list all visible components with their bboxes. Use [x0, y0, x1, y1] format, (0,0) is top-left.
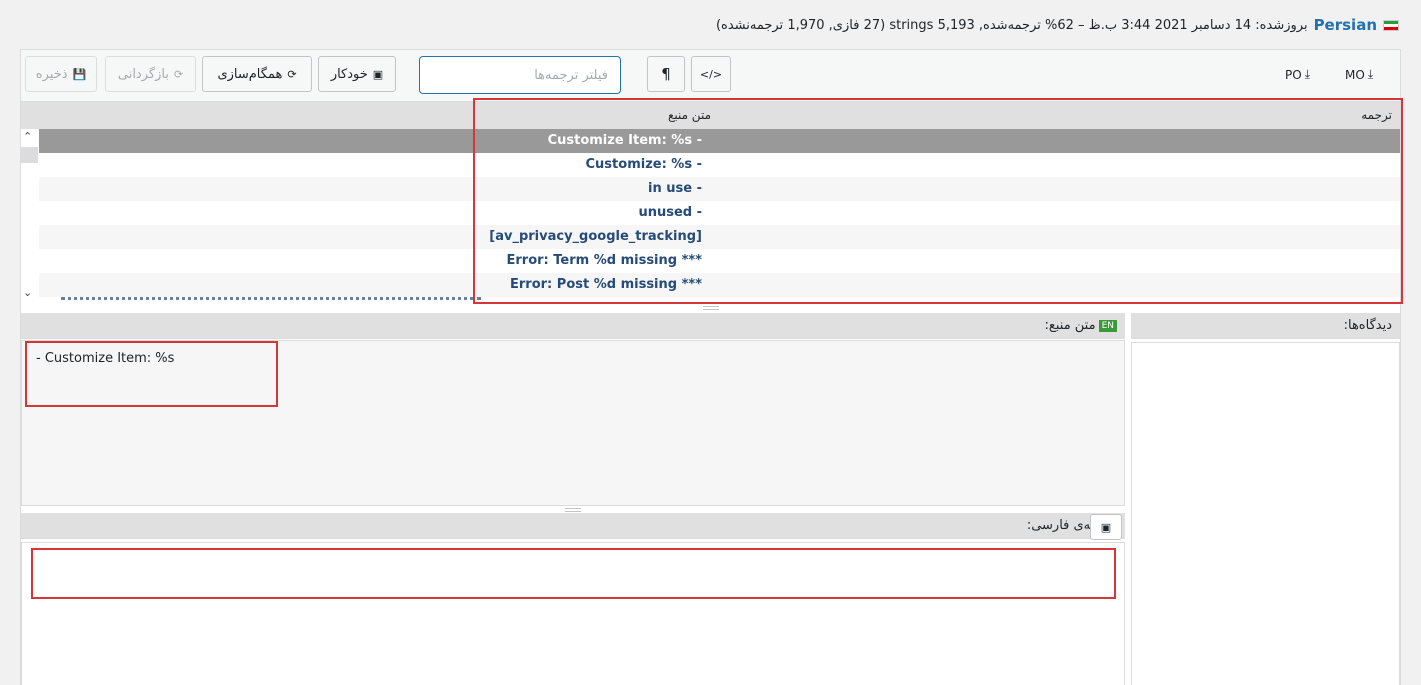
comments-panel-header: دیدگاه‌ها: — [1131, 313, 1400, 339]
robot-icon: ▣ — [372, 67, 384, 81]
comments-box[interactable] — [1131, 342, 1400, 685]
iran-flag-icon — [1383, 19, 1399, 31]
revert-button[interactable]: ⟳ بازگردانی — [105, 56, 196, 92]
robot-icon: ▣ — [1100, 520, 1112, 534]
grid-header: متن منبع ترجمه — [21, 102, 1400, 129]
refresh-icon: ⟳ — [173, 67, 184, 81]
code-icon: </> — [699, 67, 723, 81]
editor: 💾 ذخیره ⟳ بازگردانی ⟳ همگام‌سازی ▣ خودکا… — [20, 49, 1401, 685]
scroll-up-icon[interactable]: ⌃ — [23, 130, 32, 143]
source-panel-header: ENمتن منبع: — [21, 313, 1125, 339]
next-row-peek — [61, 297, 481, 301]
comments-panel-label: دیدگاه‌ها: — [1343, 318, 1392, 333]
toolbar: 💾 ذخیره ⟳ بازگردانی ⟳ همگام‌سازی ▣ خودکا… — [21, 50, 1400, 102]
strings-grid: ⌃ ⌄ Customize Item: %s - Customize: %s -… — [21, 129, 1400, 304]
table-row[interactable]: Error: Term %d missing *** — [39, 249, 1400, 273]
code-view-button[interactable]: </> — [691, 56, 731, 92]
table-row[interactable]: Customize: %s - — [39, 153, 1400, 177]
table-row[interactable]: Error: Post %d missing *** — [39, 273, 1400, 297]
pilcrow-toggle-button[interactable]: ¶ — [647, 56, 685, 92]
sync-button[interactable]: ⟳ همگام‌سازی — [202, 56, 312, 92]
download-icon: ⤓ — [1367, 67, 1374, 81]
source-text: - Customize Item: %s — [36, 351, 175, 366]
source-panel-label: متن منبع: — [1044, 318, 1096, 333]
download-icon: ⤓ — [1304, 67, 1310, 81]
auto-translate-button[interactable]: ▣ خودکار — [318, 56, 396, 92]
target-panel-header: ترجمه‌ی فارسی: — [21, 513, 1125, 539]
scrollbar-thumb[interactable] — [21, 147, 38, 163]
scroll-down-icon[interactable]: ⌄ — [23, 286, 32, 299]
po-download-button[interactable]: PO ⤓ — [1285, 67, 1310, 82]
machine-translate-button[interactable]: ▣ — [1090, 514, 1122, 540]
page-header: Persian بروزشده: 14 دسامبر 2021 3:44 ب.ظ… — [716, 14, 1399, 36]
translation-column-header[interactable]: ترجمه — [1361, 102, 1392, 129]
save-button[interactable]: 💾 ذخیره — [25, 56, 97, 92]
mo-download-button[interactable]: MO ⤓ — [1345, 67, 1373, 82]
grid-scrollbar[interactable]: ⌃ ⌄ — [21, 129, 38, 304]
panel-resize-handle[interactable] — [565, 508, 581, 512]
table-row[interactable]: unused - — [39, 201, 1400, 225]
source-column-header[interactable]: متن منبع — [21, 102, 711, 129]
language-badge: EN — [1098, 319, 1117, 332]
filter-input[interactable] — [419, 56, 621, 94]
language-link[interactable]: Persian — [1314, 16, 1377, 34]
table-row[interactable]: Customize Item: %s - — [39, 129, 1400, 153]
table-row[interactable]: [av_privacy_google_tracking] — [39, 225, 1400, 249]
pilcrow-icon: ¶ — [661, 65, 671, 83]
save-icon: 💾 — [72, 67, 87, 81]
source-text-box: - Customize Item: %s — [21, 340, 1125, 506]
grid-resize-handle[interactable] — [703, 306, 719, 310]
sync-icon: ⟳ — [287, 67, 297, 81]
translation-stats: بروزشده: 14 دسامبر 2021 3:44 ب.ظ – 62% ت… — [715, 17, 1308, 33]
translation-field[interactable] — [21, 542, 1125, 685]
table-row[interactable]: in use - — [39, 177, 1400, 201]
